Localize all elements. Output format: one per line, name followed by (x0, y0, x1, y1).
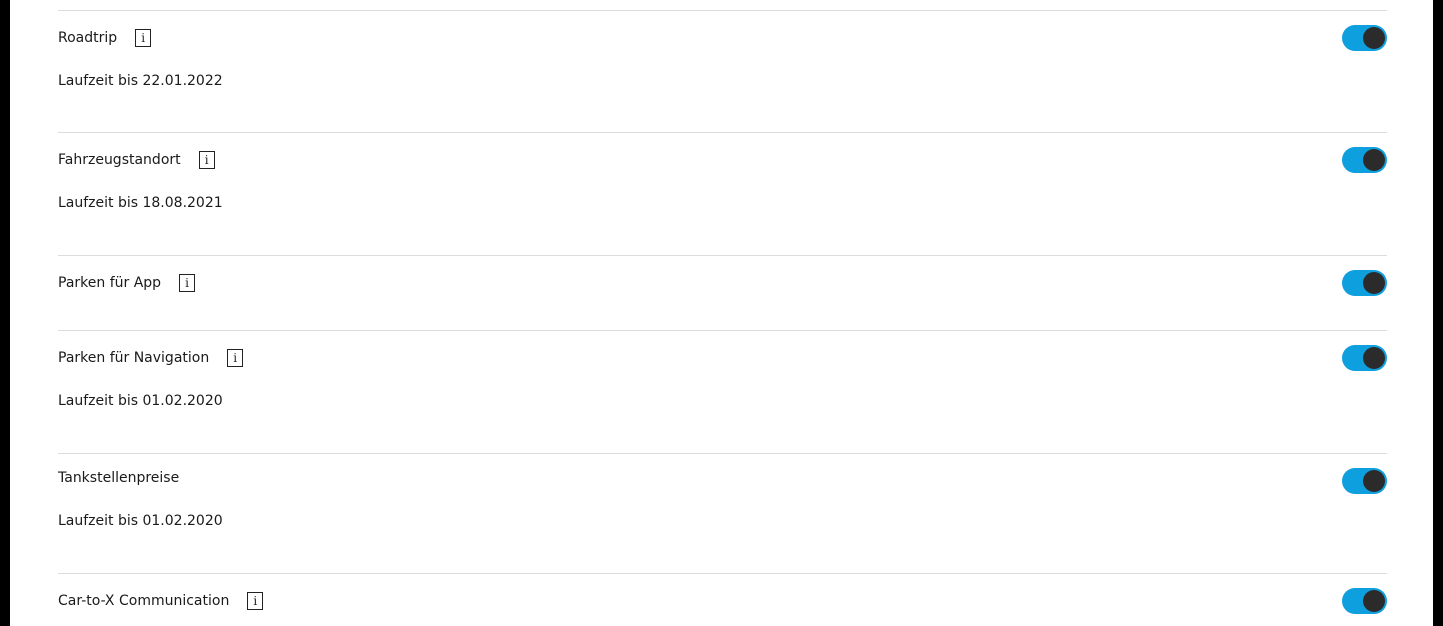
service-label: Tankstellenpreise (58, 470, 180, 486)
info-icon[interactable]: i (198, 151, 215, 169)
toggle-knob (1363, 149, 1385, 171)
service-title: Parken für App i (58, 274, 196, 292)
service-title: Roadtrip i (58, 29, 152, 47)
info-icon[interactable]: i (135, 29, 152, 47)
toggle-knob (1363, 272, 1385, 294)
service-row-parken-navigation: Parken für Navigation i Laufzeit bis 01.… (58, 330, 1387, 454)
service-runtime: Laufzeit bis 18.08.2021 (58, 195, 223, 211)
service-row-parken-app: Parken für App i (58, 255, 1387, 331)
service-title: Fahrzeugstandort i (58, 151, 215, 169)
service-runtime: Laufzeit bis 01.02.2020 (58, 513, 223, 529)
service-toggle[interactable] (1342, 25, 1387, 51)
toggle-knob (1363, 347, 1385, 369)
service-title: Tankstellenpreise (58, 469, 179, 487)
service-label: Parken für App (58, 275, 162, 291)
service-label: Roadtrip (58, 30, 118, 46)
service-runtime: Laufzeit bis 22.01.2022 (58, 73, 223, 89)
service-row-roadtrip: Roadtrip i Laufzeit bis 22.01.2022 (58, 10, 1387, 133)
info-icon[interactable]: i (179, 274, 196, 292)
service-label: Car-to-X Communication (58, 593, 230, 609)
service-toggle[interactable] (1342, 345, 1387, 371)
info-icon[interactable]: i (247, 592, 264, 610)
services-list: Roadtrip i Laufzeit bis 22.01.2022 Fahrz… (10, 0, 1433, 626)
service-row-tankstellenpreise: Tankstellenpreise Laufzeit bis 01.02.202… (58, 453, 1387, 574)
service-toggle[interactable] (1342, 147, 1387, 173)
toggle-knob (1363, 27, 1385, 49)
service-label: Fahrzeugstandort (58, 152, 181, 168)
service-toggle[interactable] (1342, 270, 1387, 296)
service-toggle[interactable] (1342, 588, 1387, 614)
service-title: Car-to-X Communication i (58, 592, 264, 610)
toggle-knob (1363, 470, 1385, 492)
settings-panel: Roadtrip i Laufzeit bis 22.01.2022 Fahrz… (10, 0, 1433, 626)
toggle-knob (1363, 590, 1385, 612)
service-runtime: Laufzeit bis 01.02.2020 (58, 393, 223, 409)
info-icon[interactable]: i (227, 349, 244, 367)
service-row-fahrzeugstandort: Fahrzeugstandort i Laufzeit bis 18.08.20… (58, 132, 1387, 256)
service-label: Parken für Navigation (58, 350, 210, 366)
service-row-car-to-x: Car-to-X Communication i (58, 573, 1387, 626)
service-title: Parken für Navigation i (58, 349, 244, 367)
service-toggle[interactable] (1342, 468, 1387, 494)
